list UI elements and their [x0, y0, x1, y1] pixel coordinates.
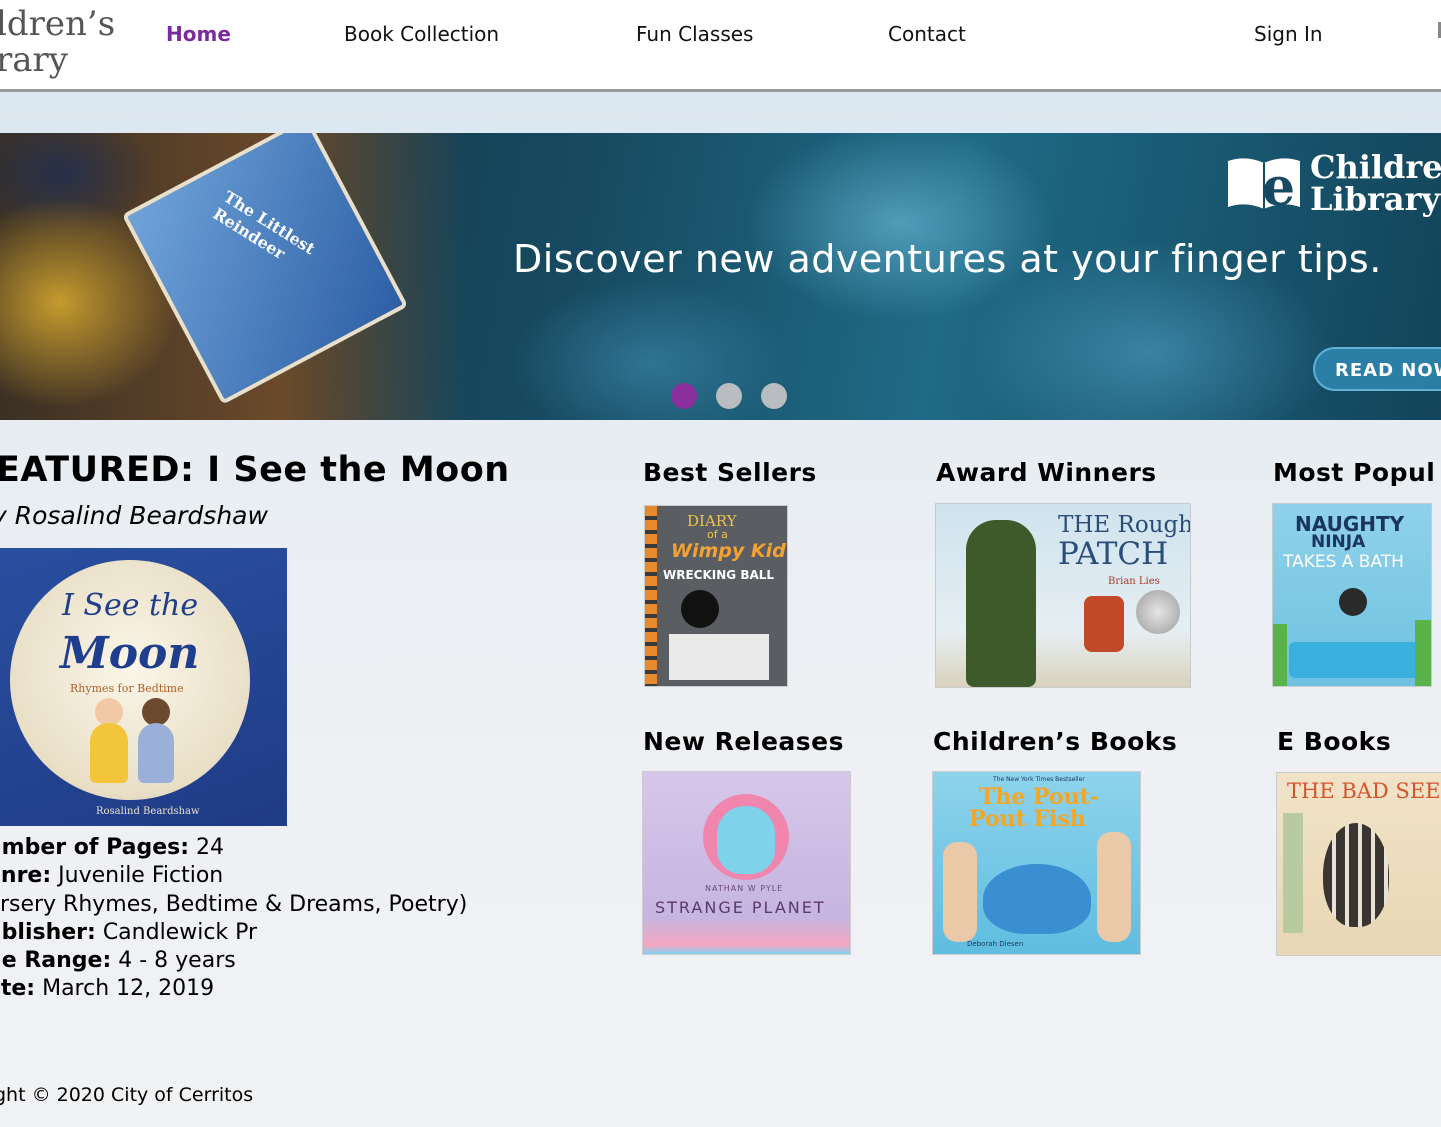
book-cover-childrens-books[interactable]: The New York Times Bestseller The Pout- … [933, 772, 1140, 954]
alien-head-shape [717, 806, 775, 874]
carousel-dot-2[interactable] [716, 383, 742, 409]
footer-copyright: ght © 2020 City of Cerritos [0, 1084, 254, 1106]
nav-sign-in[interactable]: Sign In [1254, 20, 1323, 48]
detail-age-range: ge Range: 4 - 8 years [0, 947, 467, 975]
cover-text-1: NATHAN W PYLE [705, 884, 784, 893]
nav-fun-classes[interactable]: Fun Classes [636, 20, 753, 48]
detail-pages-label: umber of Pages: [0, 835, 190, 860]
cover-text-4: WRECKING BALL [663, 568, 775, 582]
detail-publisher: ublisher: Candlewick Pr [0, 919, 467, 947]
featured-details: umber of Pages: 24 enre: Juvenile Fictio… [0, 834, 467, 1004]
cover-text-2: STRANGE PLANET [655, 898, 826, 917]
nav-home[interactable]: Home [166, 20, 231, 48]
cover-illustration-child-2 [138, 723, 174, 783]
category-title-new-releases[interactable]: New Releases [643, 727, 844, 756]
logo-line-2: rary [0, 40, 68, 80]
detail-pages-value: 24 [189, 835, 225, 860]
detail-date: ate: March 12, 2019 [0, 975, 467, 1003]
cover-illustration-child-1-head [95, 698, 123, 726]
detail-publisher-label: ublisher: [0, 919, 96, 945]
cover-text-3: Brian Lies [1108, 576, 1160, 587]
hero-brand: Childre Library [1310, 151, 1441, 215]
coral-shape-left [943, 842, 977, 942]
cover-text-3: TAKES A BATH [1283, 552, 1404, 572]
detail-publisher-value: Candlewick Pr [95, 919, 258, 945]
hero-brand-line-2: Library [1310, 180, 1441, 218]
cover-text-4: Deborah Diesen [967, 940, 1024, 948]
detail-genre-cont: ursery Rhymes, Bedtime & Dreams, Poetry) [0, 891, 468, 917]
detail-age-label: ge Range: [0, 948, 112, 974]
hero-book-title: The Littlest Reindeer [209, 187, 319, 264]
pout-fish-shape [983, 864, 1091, 934]
topiary-shape [966, 520, 1036, 687]
plant-shape-left [1273, 624, 1287, 686]
cover-title-line-2: Moon [60, 628, 200, 679]
ninja-head-shape [1339, 588, 1367, 616]
cover-text-2: NINJA [1311, 532, 1366, 552]
site-header: ldren’s rary Home Book Collection Fun Cl… [0, 0, 1441, 92]
book-cover-most-popular[interactable]: NAUGHTY NINJA TAKES A BATH [1273, 504, 1431, 686]
cover-text-2: PATCH [1058, 536, 1169, 572]
book-cover-best-sellers[interactable]: DIARY of a Wimpy Kid WRECKING BALL [645, 506, 787, 686]
book-cover-e-books[interactable]: THE BAD SEED [1277, 773, 1441, 955]
cover-sketch-area [669, 634, 769, 680]
cover-spine-stripe [645, 506, 657, 686]
cover-text-1: THE BAD SEED [1287, 779, 1441, 803]
coral-shape-right [1097, 832, 1131, 942]
carousel-dot-3[interactable] [761, 383, 787, 409]
hero-brand-line-1: Childre [1310, 148, 1441, 186]
detail-pages: umber of Pages: 24 [0, 834, 467, 862]
category-title-award-winners[interactable]: Award Winners [936, 458, 1157, 487]
cover-subtitle: Rhymes for Bedtime [70, 682, 184, 695]
site-logo[interactable]: ldren’s rary [0, 6, 115, 78]
svg-text:e: e [1262, 157, 1295, 213]
background-building-shape [1283, 813, 1303, 933]
book-cover-award-winners[interactable]: THE Rough PATCH Brian Lies [936, 504, 1190, 687]
wrecking-ball-shape [681, 590, 719, 628]
hero-tagline: Discover new adventures at your finger t… [513, 237, 1382, 281]
sunflower-seed-shape [1323, 823, 1389, 927]
category-title-childrens-books[interactable]: Children’s Books [933, 727, 1177, 756]
book-cover-new-releases[interactable]: NATHAN W PYLE STRANGE PLANET [643, 772, 850, 954]
category-title-e-books[interactable]: E Books [1277, 727, 1391, 756]
bath-water-shape [1289, 642, 1419, 678]
award-medal-icon [1136, 590, 1180, 634]
detail-date-value: March 12, 2019 [35, 976, 215, 1002]
cover-illustration-child-1 [90, 723, 128, 783]
cover-text-1: THE Rough [1058, 512, 1190, 538]
detail-genre: enre: Juvenile Fiction [0, 862, 467, 890]
category-title-most-popular[interactable]: Most Popul [1273, 458, 1435, 487]
category-title-best-sellers[interactable]: Best Sellers [643, 458, 817, 487]
cover-text-1: The New York Times Bestseller [993, 776, 1085, 783]
cover-text-3: Pout Fish [969, 806, 1086, 832]
detail-date-label: ate: [0, 976, 36, 1002]
detail-genre-label: enre: [0, 863, 52, 889]
detail-age-value: 4 - 8 years [111, 948, 236, 974]
nav-contact[interactable]: Contact [888, 20, 966, 48]
fox-shape [1084, 596, 1124, 652]
carousel-dot-1[interactable] [671, 383, 697, 409]
hero-banner[interactable]: The Littlest Reindeer e Childre Library … [0, 133, 1441, 420]
featured-author: y Rosalind Beardshaw [0, 501, 268, 530]
nav-book-collection[interactable]: Book Collection [344, 20, 499, 48]
cover-illustration-child-2-head [142, 698, 170, 726]
featured-title: EATURED: I See the Moon [0, 450, 510, 490]
featured-book-cover[interactable]: I See the Moon Rhymes for Bedtime Rosali… [0, 548, 287, 826]
detail-genre-value: Juvenile Fiction [51, 863, 224, 889]
open-book-icon: e [1228, 157, 1300, 213]
cover-author: Rosalind Beardshaw [96, 806, 200, 817]
plant-shape-right [1415, 620, 1431, 686]
cover-title-line-1: I See the [62, 588, 199, 623]
read-now-button[interactable]: READ NOW [1313, 347, 1441, 391]
logo-line-1: ldren’s [0, 4, 116, 44]
cover-text-3: Wimpy Kid [671, 540, 786, 562]
